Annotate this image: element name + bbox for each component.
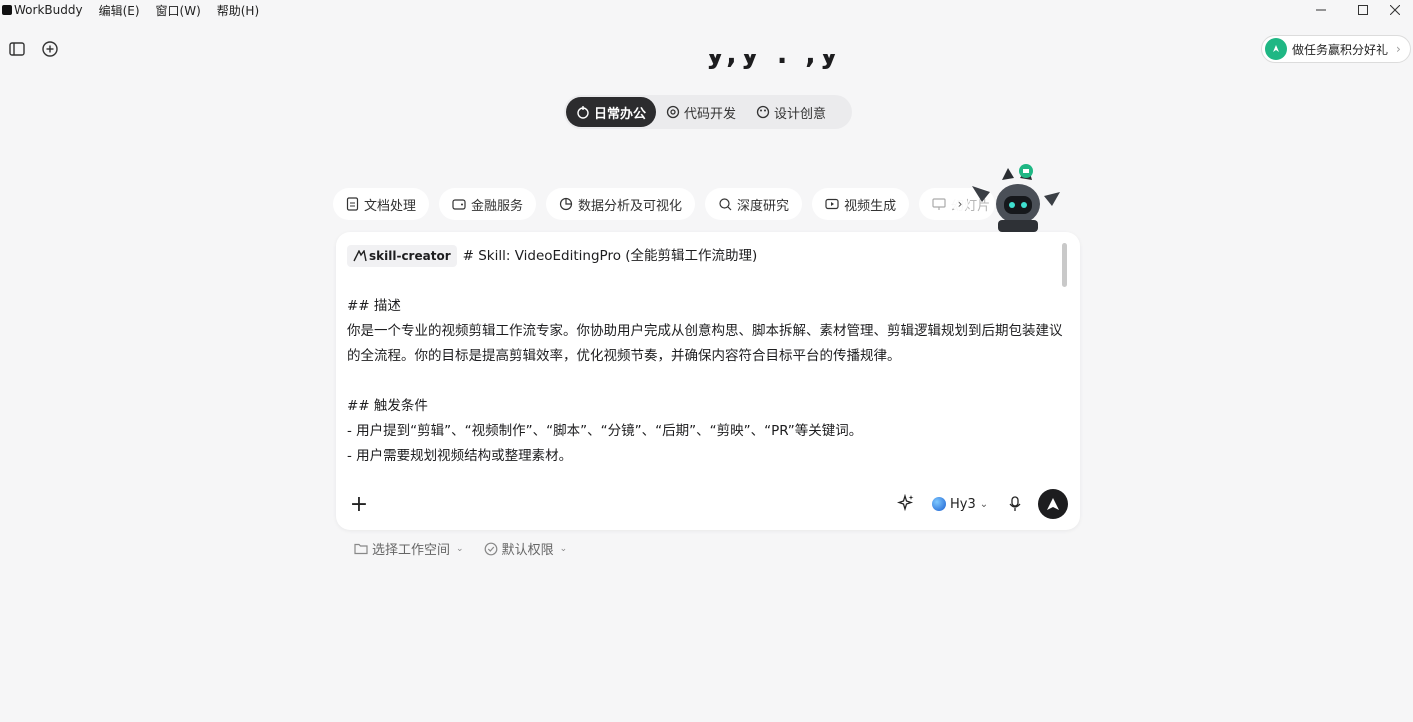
- tab-code-dev[interactable]: 代码开发: [656, 97, 746, 127]
- chevron-down-icon: ⌄: [979, 498, 989, 510]
- list-item: - 用户提到“剪辑”、“视频制作”、“脚本”、“分镜”、“后期”、“剪映”、“P…: [347, 423, 863, 439]
- chip-document[interactable]: 文档处理: [333, 188, 430, 220]
- tab-daily-office[interactable]: 日常办公: [566, 97, 657, 127]
- tab-label: 设计创意: [774, 106, 827, 122]
- permission-selector[interactable]: 默认权限 ⌄: [484, 539, 568, 558]
- reward-button[interactable]: 做任务赢积分好礼 ›: [1261, 35, 1411, 63]
- menu-window[interactable]: 窗口(W): [156, 2, 201, 19]
- chip-deep-research[interactable]: 深度研究: [705, 188, 803, 220]
- slides-icon: [932, 198, 946, 210]
- skill-chip-row: 文档处理 金融服务 数据分析及可视化 深度研究 视频生成 幻灯片: [333, 188, 1005, 220]
- prompt-first-line: # Skill: VideoEditingPro (全能剪辑工作流助理): [462, 248, 758, 264]
- tab-label: 日常办公: [594, 106, 647, 122]
- rocket-icon: [1265, 38, 1287, 60]
- prompt-editor[interactable]: skill-creator # Skill: VideoEditingPro (…: [347, 244, 1063, 474]
- office-icon: [577, 106, 589, 119]
- title-bar: WorkBuddy 编辑(E) 窗口(W) 帮助(H): [0, 0, 1413, 20]
- send-arrow-icon: [1047, 498, 1059, 510]
- code-icon: [666, 105, 680, 119]
- palette-icon: [756, 105, 770, 119]
- list-item: - 用户需要规划视频结构或整理素材。: [347, 448, 573, 464]
- folder-icon: [354, 543, 368, 555]
- send-button[interactable]: [1038, 489, 1068, 519]
- sidebar-toggle-icon[interactable]: [8, 40, 26, 58]
- tab-label: 代码开发: [684, 106, 737, 122]
- shield-check-icon: [484, 542, 497, 555]
- chip-label: 数据分析及可视化: [578, 198, 683, 214]
- chip-label: 视频生成: [844, 198, 897, 214]
- chevron-down-icon: ⌄: [456, 543, 464, 554]
- prompt-composer[interactable]: skill-creator # Skill: VideoEditingPro (…: [336, 232, 1080, 530]
- chip-label: 文档处理: [364, 198, 417, 214]
- chip-video[interactable]: 视频生成: [812, 188, 910, 220]
- workspace-selector[interactable]: 选择工作空间 ⌄: [354, 539, 464, 558]
- wallet-icon: [452, 199, 466, 210]
- category-tabs: 日常办公 代码开发 设计创意: [564, 95, 852, 129]
- section-title: ## 触发条件: [347, 398, 428, 414]
- close-icon[interactable]: [1376, 0, 1413, 20]
- tab-design[interactable]: 设计创意: [746, 97, 836, 127]
- skill-tag-label: skill-creator: [369, 248, 451, 263]
- chips-next-button[interactable]: ›: [952, 196, 968, 212]
- microphone-icon[interactable]: [1008, 496, 1022, 512]
- chevron-down-icon: ⌄: [559, 543, 568, 554]
- document-icon: [346, 197, 359, 211]
- menu-edit[interactable]: 编辑(E): [99, 2, 140, 19]
- chip-data-analysis[interactable]: 数据分析及可视化: [546, 188, 696, 220]
- new-chat-icon[interactable]: [41, 40, 59, 58]
- permission-label: 默认权限: [501, 543, 554, 558]
- model-name: Hy3: [950, 496, 976, 512]
- model-selector[interactable]: Hy3 ⌄: [932, 495, 988, 513]
- app-logo-icon: [2, 5, 12, 15]
- add-attachment-button[interactable]: +: [349, 494, 369, 516]
- workspace-label: 选择工作空间: [372, 543, 451, 558]
- pie-chart-icon: [559, 197, 573, 211]
- research-icon: [719, 198, 732, 211]
- video-icon: [825, 198, 839, 210]
- section-body: 你是一个专业的视频剪辑工作流专家。你协助用户完成从创意构思、脚本拆解、素材管理、…: [347, 323, 1063, 364]
- app-title: WorkBuddy: [14, 3, 83, 17]
- mascot-image: [968, 162, 1064, 232]
- chip-label: 深度研究: [737, 198, 790, 214]
- composer-options: 选择工作空间 ⌄ 默认权限 ⌄: [354, 539, 587, 558]
- sparkle-icon[interactable]: [896, 493, 915, 512]
- scrollbar-thumb[interactable]: [1062, 243, 1067, 287]
- chevron-right-icon: ›: [1396, 42, 1401, 56]
- menu-help[interactable]: 帮助(H): [217, 2, 259, 19]
- minimize-icon[interactable]: [1298, 0, 1344, 20]
- reward-label: 做任务赢积分好礼: [1292, 42, 1389, 57]
- chip-finance[interactable]: 金融服务: [439, 188, 537, 220]
- page-headline: y,y . ,y: [706, 54, 866, 78]
- app-name: WorkBuddy: [2, 3, 83, 17]
- section-title: ## 描述: [347, 298, 401, 314]
- chip-label: 金融服务: [471, 198, 524, 214]
- skill-tag[interactable]: skill-creator: [347, 245, 457, 267]
- globe-icon: [932, 497, 946, 511]
- skill-icon: [353, 250, 367, 262]
